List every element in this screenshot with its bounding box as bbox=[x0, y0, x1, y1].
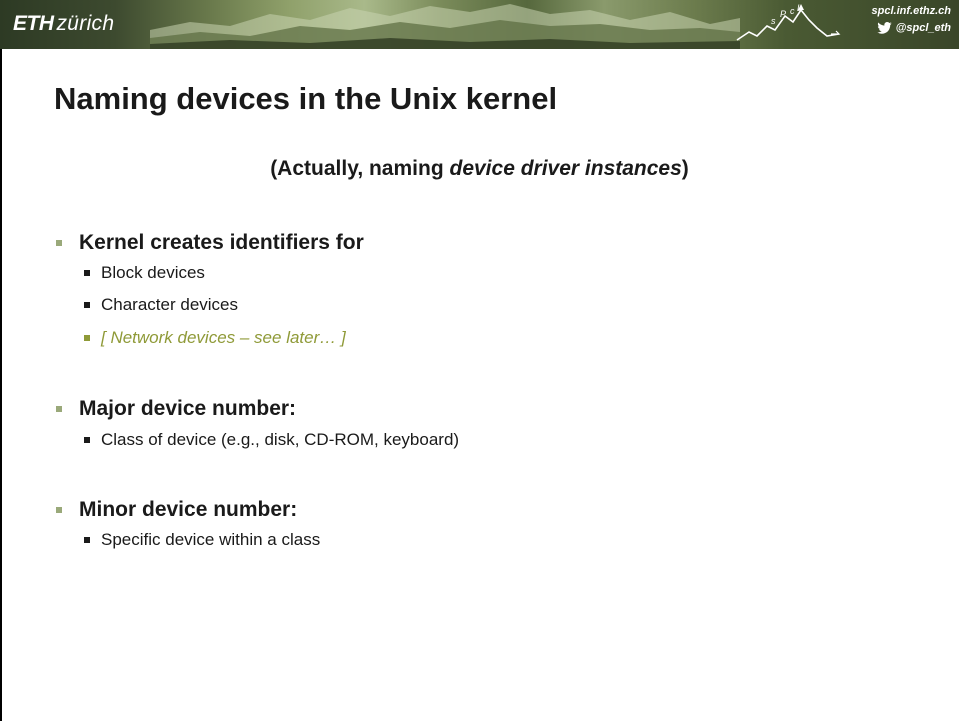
bullet-major-device-number: Major device number: bbox=[79, 397, 297, 420]
logo-zurich: zürich bbox=[56, 12, 115, 35]
subbullet-specific-device: Specific device within a class bbox=[101, 530, 321, 549]
eth-zurich-logo[interactable]: ETH zürich bbox=[13, 12, 114, 36]
subbullet-network-devices: [ Network devices – see later… ] bbox=[101, 328, 346, 347]
subbullet-marker bbox=[84, 437, 90, 443]
subtitle-close: ) bbox=[681, 157, 689, 180]
subbullet-marker bbox=[84, 302, 90, 308]
subbullet-marker bbox=[84, 537, 90, 543]
subtitle-open: (Actually, naming bbox=[270, 157, 450, 180]
twitter-handle: @spcl_eth bbox=[895, 22, 951, 34]
subbullet-class-of-device: Class of device (e.g., disk, CD-ROM, key… bbox=[101, 430, 460, 449]
svg-text:s: s bbox=[771, 16, 776, 26]
twitter-bird-icon bbox=[876, 22, 892, 34]
spcl-mountain-logo: s P c L bbox=[736, 3, 841, 41]
spcl-url-link[interactable]: spcl.inf.ethz.ch bbox=[872, 5, 951, 18]
twitter-link[interactable]: @spcl_eth bbox=[876, 22, 951, 34]
bullet-marker bbox=[56, 507, 62, 513]
header-banner: ETHzürich s P c L spcl.inf.ethz.ch @spcl… bbox=[0, 0, 959, 49]
bullet-minor-device-number: Minor device number: bbox=[79, 498, 298, 521]
slide-border-line bbox=[0, 49, 2, 721]
svg-text:c: c bbox=[790, 6, 795, 16]
bullet-kernel-identifiers: Kernel creates identifiers for bbox=[79, 231, 364, 254]
slide-subtitle: (Actually, naming device driver instance… bbox=[0, 156, 959, 182]
subbullet-block-devices: Block devices bbox=[101, 263, 205, 282]
bullet-marker bbox=[56, 240, 62, 246]
svg-text:P: P bbox=[780, 9, 786, 19]
subtitle-italic: device driver instances bbox=[449, 157, 682, 180]
subbullet-marker bbox=[84, 270, 90, 276]
subbullet-marker bbox=[84, 335, 90, 341]
bullet-marker bbox=[56, 406, 62, 412]
logo-eth: ETH bbox=[13, 12, 54, 35]
mountain-banner-image bbox=[150, 4, 740, 49]
slide-title: Naming devices in the Unix kernel bbox=[54, 81, 558, 116]
subbullet-character-devices: Character devices bbox=[101, 295, 239, 314]
